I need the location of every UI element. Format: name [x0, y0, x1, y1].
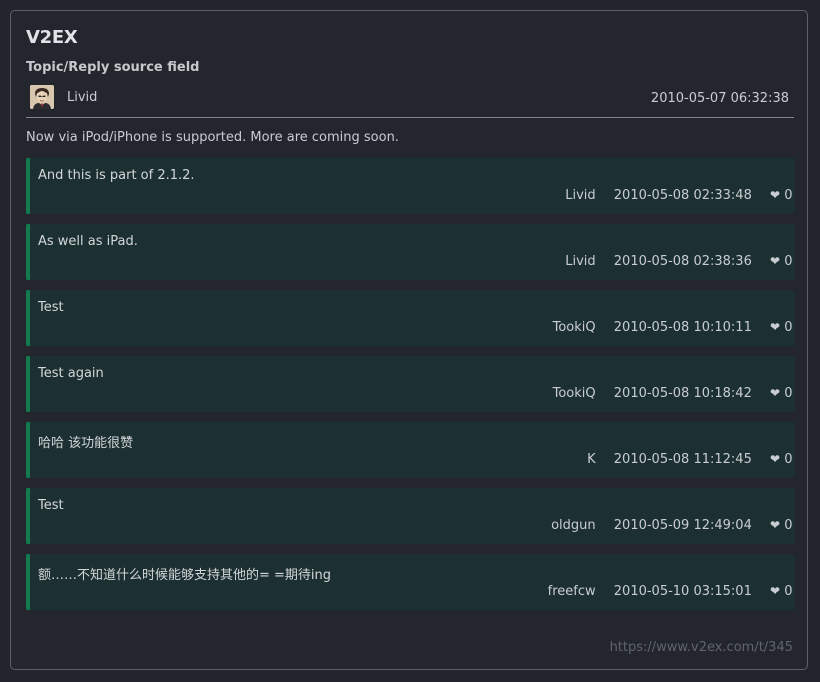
like-count: 0: [784, 518, 793, 533]
reply-meta: K 2010-05-08 11:12:45 ❤ 0: [587, 452, 795, 467]
reply-time: 2010-05-08 02:33:48: [613, 188, 752, 203]
reply-text: 哈哈 该功能很赞: [38, 436, 134, 451]
reply-author[interactable]: Livid: [565, 254, 595, 269]
like-button[interactable]: ❤ 0: [770, 452, 795, 467]
like-button[interactable]: ❤ 0: [770, 188, 795, 203]
source-url[interactable]: https://www.v2ex.com/t/345: [610, 640, 793, 655]
heart-icon: ❤: [770, 188, 781, 202]
reply-author[interactable]: oldgun: [551, 518, 596, 533]
topic-content: Now via iPod/iPhone is supported. More a…: [26, 130, 399, 145]
reply-meta: Livid 2010-05-08 02:33:48 ❤ 0: [565, 188, 795, 203]
reply-author[interactable]: TookiQ: [553, 320, 596, 335]
heart-icon: ❤: [770, 320, 781, 334]
heart-icon: ❤: [770, 386, 781, 400]
field-label: Topic/Reply source field: [26, 60, 200, 75]
topic-created-time: 2010-05-07 06:32:38: [650, 91, 789, 106]
like-button[interactable]: ❤ 0: [770, 584, 795, 599]
reply-text: As well as iPad.: [38, 234, 138, 249]
reply-item: 哈哈 该功能很赞 K 2010-05-08 11:12:45 ❤ 0: [26, 422, 795, 478]
reply-meta: freefcw 2010-05-10 03:15:01 ❤ 0: [548, 584, 795, 599]
reply-author[interactable]: freefcw: [548, 584, 596, 599]
like-count: 0: [784, 452, 793, 467]
reply-item: Test TookiQ 2010-05-08 10:10:11 ❤ 0: [26, 290, 795, 346]
like-count: 0: [784, 188, 793, 203]
reply-time: 2010-05-09 12:49:04: [613, 518, 752, 533]
like-button[interactable]: ❤ 0: [770, 320, 795, 335]
like-button[interactable]: ❤ 0: [770, 518, 795, 533]
like-button[interactable]: ❤ 0: [770, 254, 795, 269]
reply-author[interactable]: Livid: [565, 188, 595, 203]
reply-author[interactable]: K: [587, 452, 596, 467]
like-count: 0: [784, 584, 793, 599]
heart-icon: ❤: [770, 452, 781, 466]
site-title[interactable]: V2EX: [26, 27, 78, 48]
reply-time: 2010-05-08 11:12:45: [613, 452, 752, 467]
reply-time: 2010-05-08 10:18:42: [613, 386, 752, 401]
reply-text: And this is part of 2.1.2.: [38, 168, 195, 183]
reply-meta: TookiQ 2010-05-08 10:18:42 ❤ 0: [553, 386, 795, 401]
reply-text: Test: [38, 498, 64, 513]
reply-text: Test again: [38, 366, 104, 381]
like-count: 0: [784, 254, 793, 269]
heart-icon: ❤: [770, 254, 781, 268]
reply-time: 2010-05-08 10:10:11: [613, 320, 752, 335]
reply-item: Test oldgun 2010-05-09 12:49:04 ❤ 0: [26, 488, 795, 544]
reply-time: 2010-05-10 03:15:01: [613, 584, 752, 599]
topic-author[interactable]: Livid: [67, 90, 97, 105]
like-count: 0: [784, 386, 793, 401]
reply-item: As well as iPad. Livid 2010-05-08 02:38:…: [26, 224, 795, 280]
like-count: 0: [784, 320, 793, 335]
reply-item: And this is part of 2.1.2. Livid 2010-05…: [26, 158, 795, 214]
reply-meta: TookiQ 2010-05-08 10:10:11 ❤ 0: [553, 320, 795, 335]
topic-card: V2EX Topic/Reply source field Livid 2010…: [10, 10, 808, 670]
avatar-portrait-icon: [30, 85, 54, 109]
reply-author[interactable]: TookiQ: [553, 386, 596, 401]
heart-icon: ❤: [770, 518, 781, 532]
reply-item: Test again TookiQ 2010-05-08 10:18:42 ❤ …: [26, 356, 795, 412]
reply-time: 2010-05-08 02:38:36: [613, 254, 752, 269]
reply-text: Test: [38, 300, 64, 315]
reply-meta: Livid 2010-05-08 02:38:36 ❤ 0: [565, 254, 795, 269]
topic-header: Livid 2010-05-07 06:32:38: [26, 85, 794, 118]
reply-text: 额……不知道什么时候能够支持其他的= =期待ing: [38, 568, 332, 583]
avatar[interactable]: [30, 85, 54, 109]
like-button[interactable]: ❤ 0: [770, 386, 795, 401]
heart-icon: ❤: [770, 584, 781, 598]
reply-meta: oldgun 2010-05-09 12:49:04 ❤ 0: [551, 518, 795, 533]
reply-list: And this is part of 2.1.2. Livid 2010-05…: [26, 158, 795, 620]
reply-item: 额……不知道什么时候能够支持其他的= =期待ing freefcw 2010-0…: [26, 554, 795, 610]
